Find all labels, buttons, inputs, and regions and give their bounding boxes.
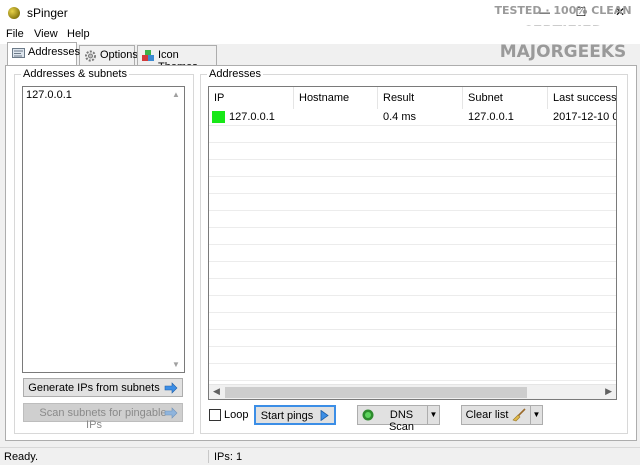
table-row[interactable]: 127.0.0.1 0.4 ms 127.0.0.1 2017-12-10 07… [209, 109, 616, 126]
tab-icon-themes[interactable]: Icon Themes [137, 45, 217, 73]
generate-ips-label: Generate IPs from subnets [28, 382, 160, 394]
clear-list-label: Clear list [465, 409, 509, 421]
loop-checkbox[interactable] [209, 409, 221, 421]
addresses-subnets-text: 127.0.0.1 [26, 89, 72, 101]
loop-label: Loop [224, 409, 249, 421]
menu-bar: File View Help [0, 26, 640, 44]
addresses-tab-panel: Addresses & subnets 127.0.0.1 ▲ ▼ Genera… [5, 65, 637, 441]
close-button[interactable]: ✕ [600, 0, 640, 26]
table-row [209, 262, 616, 279]
status-divider [208, 450, 209, 463]
table-row [209, 143, 616, 160]
start-pings-button[interactable]: Start pings [254, 405, 336, 425]
window-title: sPinger [27, 6, 68, 20]
title-bar: sPinger — ☐ ✕ [0, 0, 640, 26]
start-pings-label: Start pings [260, 410, 314, 422]
tab-options-label: Options [100, 49, 138, 61]
clear-list-dropdown-icon[interactable]: ▼ [530, 406, 542, 424]
addresses-list-scrollbar[interactable]: ▲ ▼ [169, 87, 184, 372]
scrollbar-thumb[interactable] [225, 387, 527, 398]
table-row [209, 364, 616, 381]
menu-file[interactable]: File [6, 28, 24, 40]
cell-last-success: 2017-12-10 07:0 [553, 111, 616, 123]
column-header-last-success[interactable]: Last success [548, 87, 616, 109]
column-header-ip[interactable]: IP [209, 87, 294, 109]
arrow-right-icon [164, 382, 178, 394]
gear-icon [85, 50, 96, 62]
generate-ips-button[interactable]: Generate IPs from subnets [23, 378, 183, 397]
dns-scan-dropdown-icon[interactable]: ▼ [427, 406, 439, 424]
menu-view[interactable]: View [34, 28, 58, 40]
table-row [209, 194, 616, 211]
broom-icon [512, 408, 526, 422]
column-header-result[interactable]: Result [378, 87, 463, 109]
menu-help[interactable]: Help [67, 28, 90, 40]
scan-subnets-button[interactable]: Scan subnets for pingable IPs [23, 403, 183, 431]
cell-ip: 127.0.0.1 [229, 111, 275, 123]
tab-addresses[interactable]: Addresses [7, 42, 80, 65]
dns-scan-button[interactable]: DNS Scan ▼ [357, 405, 440, 433]
column-header-hostname[interactable]: Hostname [294, 87, 378, 109]
green-globe-icon [362, 409, 374, 421]
addresses-subnets-textbox[interactable]: 127.0.0.1 ▲ ▼ [22, 86, 185, 373]
cell-result: 0.4 ms [383, 111, 417, 123]
addresses-subnets-label: Addresses & subnets [21, 68, 129, 80]
table-row [209, 296, 616, 313]
table-row [209, 177, 616, 194]
table-row [209, 245, 616, 262]
column-header-subnet[interactable]: Subnet [463, 87, 548, 109]
status-indicator [212, 111, 225, 123]
grid-horizontal-scrollbar[interactable]: ◀ ▶ [209, 384, 616, 399]
tab-strip: Addresses Options Icon Themes [0, 42, 640, 73]
addresses-group-label: Addresses [207, 68, 263, 80]
status-bar: Ready. IPs: 1 [0, 447, 640, 465]
dns-scan-label: DNS Scan [388, 409, 415, 433]
arrow-right-icon [164, 407, 178, 419]
table-row [209, 330, 616, 347]
scroll-down-icon[interactable]: ▼ [172, 360, 180, 369]
addresses-grid[interactable]: IP Hostname Result Subnet Last success 1… [208, 86, 617, 400]
table-row [209, 279, 616, 296]
theme-blocks-icon [142, 50, 154, 61]
cell-subnet: 127.0.0.1 [468, 111, 514, 123]
scroll-left-icon[interactable]: ◀ [213, 386, 220, 397]
minimize-button[interactable]: — [524, 0, 564, 26]
clear-list-button[interactable]: Clear list ▼ [461, 405, 543, 425]
tab-options[interactable]: Options [79, 45, 138, 65]
scroll-up-icon[interactable]: ▲ [172, 90, 180, 99]
play-icon [320, 410, 329, 421]
table-row [209, 211, 616, 228]
status-text: Ready. [4, 451, 39, 463]
scroll-right-icon[interactable]: ▶ [605, 386, 612, 397]
maximize-button[interactable]: ☐ [561, 0, 601, 26]
ip-count: IPs: 1 [214, 451, 243, 463]
app-icon [8, 7, 20, 19]
table-row [209, 347, 616, 364]
table-row [209, 160, 616, 177]
table-row [209, 126, 616, 143]
tab-addresses-label: Addresses [28, 46, 80, 58]
table-row [209, 228, 616, 245]
table-row [209, 313, 616, 330]
addresses-icon [12, 48, 25, 58]
